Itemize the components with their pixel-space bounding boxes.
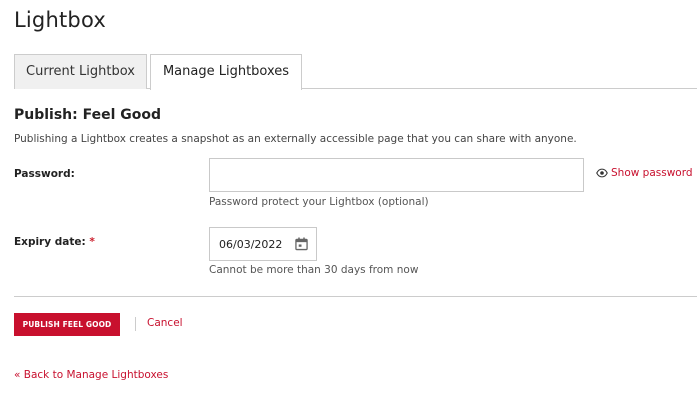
tab-bar: Current Lightbox Manage Lightboxes <box>14 54 697 90</box>
publish-description: Publishing a Lightbox creates a snapshot… <box>14 133 577 145</box>
calendar-icon[interactable] <box>295 237 308 251</box>
divider <box>14 296 697 297</box>
tab-manage-lightboxes[interactable]: Manage Lightboxes <box>150 54 302 90</box>
cancel-link[interactable]: Cancel <box>147 317 183 329</box>
back-to-manage-lightboxes-link[interactable]: « Back to Manage Lightboxes <box>14 369 168 381</box>
password-label: Password: <box>14 168 75 180</box>
publish-button[interactable]: PUBLISH FEEL GOOD <box>14 313 120 336</box>
page: Lightbox Current Lightbox Manage Lightbo… <box>0 0 697 396</box>
expiry-date-label: Expiry date: * <box>14 236 95 248</box>
password-help-text: Password protect your Lightbox (optional… <box>209 196 429 208</box>
show-password-label: Show password <box>611 167 693 179</box>
page-title: Lightbox <box>14 8 106 32</box>
button-separator <box>135 317 136 331</box>
show-password-link[interactable]: Show password <box>596 167 693 179</box>
password-input[interactable] <box>209 158 584 192</box>
expiry-date-label-text: Expiry date: <box>14 236 86 248</box>
required-marker: * <box>89 236 95 248</box>
expiry-date-input[interactable]: 06/03/2022 <box>209 227 317 261</box>
expiry-date-value: 06/03/2022 <box>219 237 283 251</box>
expiry-help-text: Cannot be more than 30 days from now <box>209 264 419 276</box>
tab-current-lightbox[interactable]: Current Lightbox <box>14 54 147 89</box>
section-title: Publish: Feel Good <box>14 107 162 123</box>
eye-icon <box>596 168 608 178</box>
